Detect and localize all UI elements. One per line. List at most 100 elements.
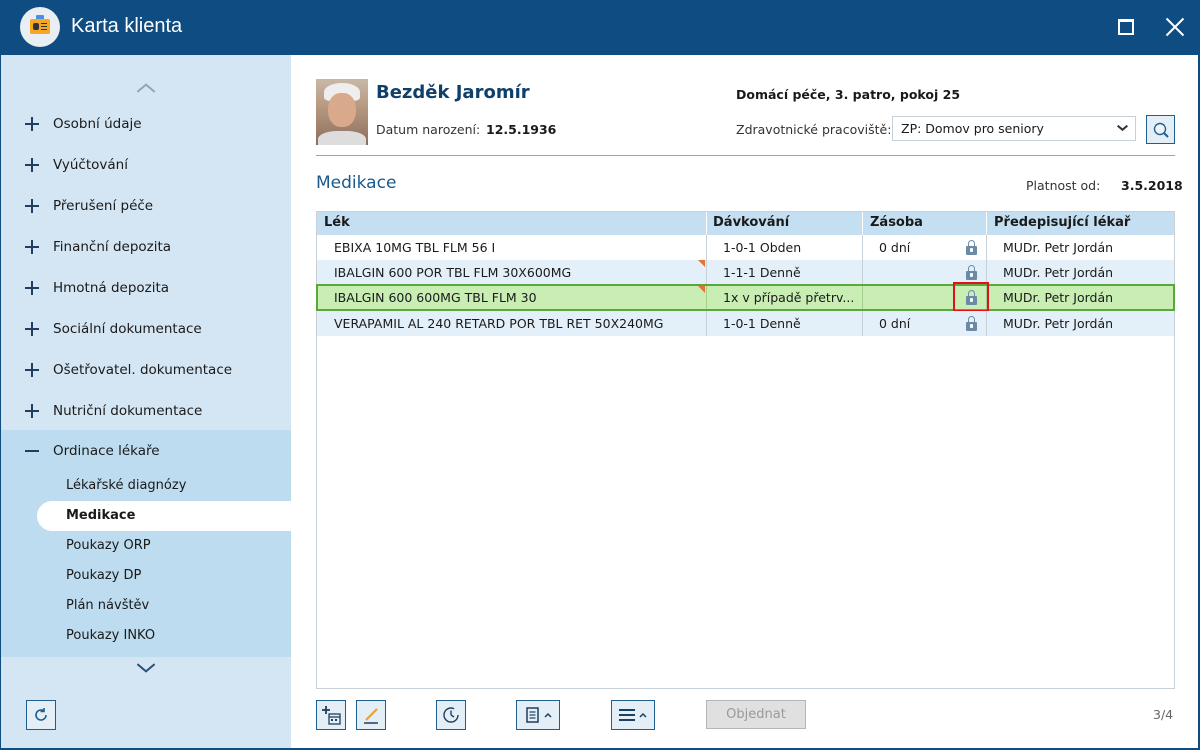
sidebar-subitem-poukazy-orp[interactable]: Poukazy ORP [1,531,291,561]
sidebar-item-hmotna-depozita[interactable]: Hmotná depozita [1,267,291,308]
plus-icon [25,362,39,377]
sidebar-subitem-poukazy-dp[interactable]: Poukazy DP [1,561,291,591]
search-icon [1153,122,1169,138]
dob-label: Datum narození: [376,122,481,137]
sidebar: Osobní údaje Vyúčtování Přerušení péče F… [1,55,291,749]
doctor-cell: MUDr. Petr Jordán [1003,265,1114,280]
plus-icon [25,198,39,213]
table-row-selected[interactable]: IBALGIN 600 600MG TBL FLM 30 1x v případ… [316,284,1175,311]
sidebar-item-nutricni-dokumentace[interactable]: Nutriční dokumentace [1,390,291,431]
sidebar-item-osobni-udaje[interactable]: Osobní údaje [1,103,291,144]
table-header: Lék Dávkování Zásoba Předepisující lékař [317,212,1174,235]
lock-icon[interactable] [966,316,977,331]
doctor-cell: MUDr. Petr Jordán [1003,316,1114,331]
sidebar-item-label: Vyúčtování [53,156,128,173]
document-menu-button[interactable] [516,700,560,730]
facility-label: Zdravotnické pracoviště: [736,122,892,137]
patient-name: Bezděk Jaromír [376,82,530,103]
scroll-up-button[interactable] [136,81,156,95]
refresh-icon [35,708,47,721]
sidebar-subitem-label: Poukazy INKO [66,628,156,643]
stock-cell: 0 dní [879,316,911,331]
section-title: Medikace [316,173,397,193]
sidebar-item-osetrovatel-dokumentace[interactable]: Ošetřovatel. dokumentace [1,349,291,390]
doctor-cell: MUDr. Petr Jordán [1003,240,1114,255]
header-divider [316,155,1175,156]
column-header-drug[interactable]: Lék [324,215,350,230]
table-row[interactable]: EBIXA 10MG TBL FLM 56 I 1-0-1 Obden 0 dn… [317,235,1174,260]
sidebar-item-label: Osobní údaje [53,115,142,132]
sidebar-subitem-plan-navstev[interactable]: Plán návštěv [1,591,291,621]
drug-cell: IBALGIN 600 POR TBL FLM 30X600MG [334,265,572,280]
dosage-cell: 1x v případě přetrv... [723,290,855,305]
page-counter: 3/4 [1153,707,1174,722]
medication-table: Lék Dávkování Zásoba Předepisující lékař… [316,211,1175,689]
facility-select[interactable]: ZP: Domov pro seniory [892,116,1136,141]
add-calendar-icon [322,706,341,725]
sidebar-item-socialni-dokumentace[interactable]: Sociální dokumentace [1,308,291,349]
sidebar-subitem-label: Poukazy DP [66,568,142,583]
sidebar-subitem-lekarske-diagnozy[interactable]: Lékařské diagnózy [1,471,291,501]
column-header-doctor[interactable]: Předepisující lékař [994,215,1130,230]
table-row[interactable]: VERAPAMIL AL 240 RETARD POR TBL RET 50X2… [317,311,1174,336]
sidebar-item-financni-depozita[interactable]: Finanční depozita [1,226,291,267]
edit-button[interactable] [356,700,386,730]
window-title: Karta klienta [71,15,183,37]
plus-icon [25,116,39,131]
client-card-icon [20,7,60,47]
chevron-down-icon [1117,124,1127,131]
chevron-down-icon [136,661,156,675]
list-menu-button[interactable] [611,700,655,730]
dosage-cell: 1-0-1 Denně [723,316,801,331]
sidebar-item-label: Ordinace lékaře [53,442,160,459]
lock-icon[interactable] [966,265,977,280]
sidebar-item-label: Finanční depozita [53,238,172,255]
drug-cell: IBALGIN 600 600MG TBL FLM 30 [334,290,537,305]
order-button[interactable]: Objednat [706,700,806,729]
table-row[interactable]: IBALGIN 600 POR TBL FLM 30X600MG 1-1-1 D… [317,260,1174,285]
sidebar-subitem-label: Poukazy ORP [66,538,151,553]
sidebar-item-label: Přerušení péče [53,197,154,214]
sidebar-subitem-label: Plán návštěv [66,598,150,613]
drug-cell: EBIXA 10MG TBL FLM 56 I [334,240,496,255]
column-header-stock[interactable]: Zásoba [870,215,923,230]
sidebar-subitem-poukazy-inko[interactable]: Poukazy INKO [1,621,291,651]
scroll-down-button[interactable] [136,661,156,675]
plus-icon [25,321,39,336]
patient-photo [316,79,368,145]
sidebar-item-label: Nutriční dokumentace [53,402,203,419]
sidebar-item-vyuctovani[interactable]: Vyúčtování [1,144,291,185]
sidebar-item-label: Ošetřovatel. dokumentace [53,361,233,378]
add-medication-button[interactable] [316,700,346,730]
refresh-button[interactable] [26,700,56,730]
main-panel: Bezděk Jaromír Datum narození: 12.5.1936… [291,55,1200,750]
facility-select-value: ZP: Domov pro seniory [901,121,1044,136]
drug-cell: VERAPAMIL AL 240 RETARD POR TBL RET 50X2… [334,316,664,331]
plus-icon [25,403,39,418]
dob-value: 12.5.1936 [486,122,557,137]
maximize-icon [1118,19,1134,35]
stock-cell: 0 dní [879,240,911,255]
search-button[interactable] [1146,115,1175,144]
minus-icon [25,444,39,458]
list-menu-icon [619,709,647,721]
history-button[interactable] [436,700,466,730]
validity-label: Platnost od: [1026,178,1101,193]
maximize-button[interactable] [1111,12,1141,42]
lock-highlight [953,282,989,312]
lock-icon[interactable] [966,240,977,255]
close-button[interactable] [1160,12,1190,42]
sidebar-item-label: Hmotná depozita [53,279,170,296]
document-menu-icon [526,707,552,723]
plus-icon [25,157,39,172]
note-flag-icon [698,286,705,293]
sidebar-item-preruseni-pece[interactable]: Přerušení péče [1,185,291,226]
patient-location: Domácí péče, 3. patro, pokoj 25 [736,87,961,102]
title-bar: Karta klienta [0,0,1200,55]
note-flag-icon [698,260,705,267]
edit-icon [364,708,378,724]
sidebar-item-ordinace-lekare[interactable]: Ordinace lékaře [1,430,291,471]
history-icon [443,707,459,723]
sidebar-subitem-medikace[interactable]: Medikace [37,501,291,531]
column-header-dosage[interactable]: Dávkování [713,215,789,230]
